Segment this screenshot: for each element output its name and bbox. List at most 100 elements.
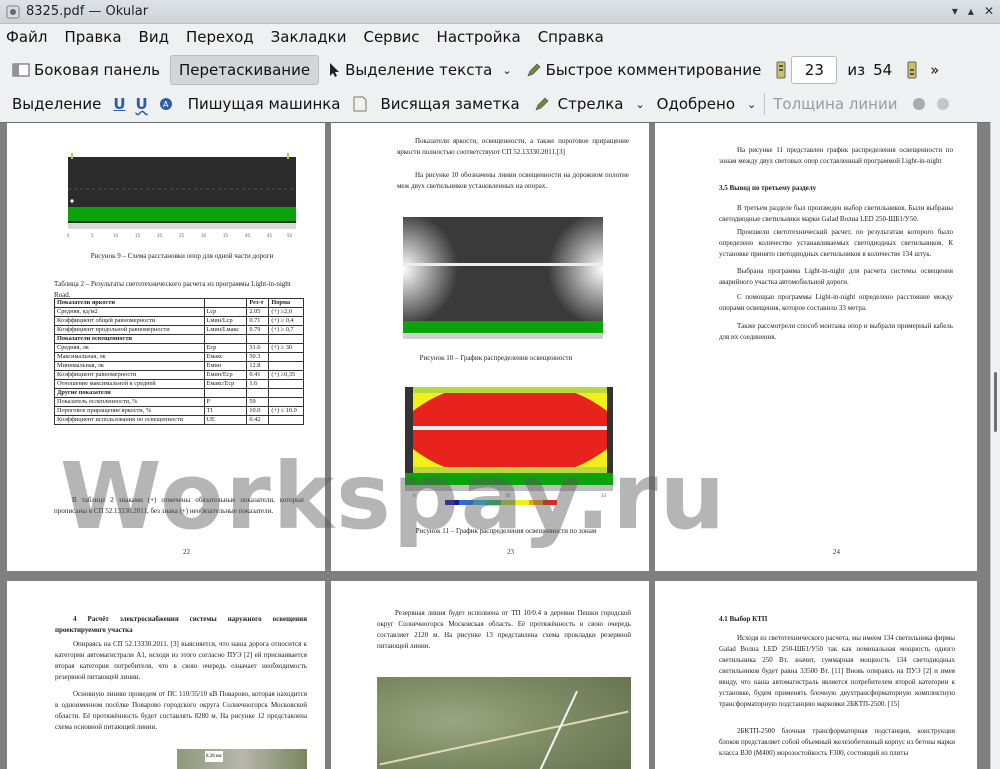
figure-10-illuminance-chart — [403, 217, 603, 339]
table-cell: 0.42 — [246, 415, 270, 425]
overflow-chevron-icon[interactable]: » — [930, 61, 939, 79]
table-cell: (+) ≥0,35 — [268, 370, 304, 380]
table-cell: Другие показатели — [54, 388, 205, 398]
line-width-tool[interactable]: Толщина линии — [773, 95, 897, 113]
p24-paragraph-3: Произвели светотехнический расчет, по ре… — [719, 228, 953, 258]
table-cell: Минимальная, лк — [54, 361, 205, 371]
underline-icon[interactable]: U — [113, 95, 125, 113]
approved-chevron-icon[interactable]: ⌄ — [747, 98, 756, 111]
table-row: Минимальная, лк Eмин 12.8 — [54, 361, 304, 371]
opacity-icon[interactable] — [935, 96, 951, 112]
drag-mode-button[interactable]: Перетаскивание — [170, 55, 320, 85]
document-viewport[interactable]: 0 5 10 15 20 25 30 35 40 45 50 Рисунок 9 – Схема р… — [0, 122, 990, 769]
p23-paragraph-2: На рисунке 10 обозначены линии освещенно… — [397, 171, 629, 190]
sticky-note-tool[interactable]: Висящая заметка — [381, 95, 520, 113]
svg-text:30: 30 — [201, 233, 207, 238]
drag-label: Перетаскивание — [179, 61, 311, 79]
figure-9-caption: Рисунок 9 – Схема расстановки опор для о… — [90, 252, 274, 260]
total-pages: 54 — [873, 61, 893, 79]
color-icon[interactable] — [911, 96, 927, 112]
chevron-down-icon[interactable]: ⌄ — [502, 64, 511, 77]
scrollbar-thumb[interactable] — [994, 372, 997, 432]
table-cell: Eмакс — [203, 352, 248, 362]
table-cell: Средняя, лк — [54, 343, 205, 353]
map-figure-13 — [377, 677, 631, 769]
menu-tools[interactable]: Сервис — [363, 28, 419, 46]
table-row: Коэффициент равномерности Eмин/Eср 0.41 (+)… — [54, 370, 304, 380]
previous-page-icon[interactable] — [775, 60, 787, 80]
svg-text:0: 0 — [413, 493, 416, 498]
squiggle-underline-icon[interactable]: U — [136, 95, 148, 113]
table-row: Отношение максимальной к средней Eмакс/Eс… — [54, 379, 304, 389]
table-row: Средняя, лк Eср 31.6 (+) ≥ 30 — [54, 343, 304, 353]
table-cell: Средняя, кд/м2 — [54, 307, 205, 317]
close-icon[interactable]: ✕ — [984, 4, 994, 18]
page-23: Показатели яркости, освещенности, а такж… — [331, 123, 649, 571]
table-cell — [203, 334, 248, 344]
p23-paragraph-1: Показатели яркости, освещенности, а такж… — [397, 137, 629, 156]
pen-icon — [527, 63, 541, 77]
sidebar-icon — [12, 63, 30, 77]
table-row: Максимальная, лк Eмакс 50.3 — [54, 352, 304, 362]
table-cell: Коэффициент продольной равномерности — [54, 325, 205, 335]
menu-help[interactable]: Справка — [538, 28, 604, 46]
table-cell: Eср — [203, 343, 248, 353]
map-figure-12: 8,28 км — [177, 749, 307, 769]
svg-text:50: 50 — [287, 233, 293, 238]
arrow-chevron-icon[interactable]: ⌄ — [635, 98, 644, 111]
p24-heading: 3.5 Вывод по третьему разделу — [719, 184, 817, 192]
p24-paragraph-1: На рисунке 11 представлен график распред… — [719, 146, 953, 165]
arrow-pen-icon[interactable] — [534, 96, 550, 112]
page-number-24: 24 — [833, 548, 840, 556]
menu-go[interactable]: Переход — [186, 28, 254, 46]
svg-text:16: 16 — [505, 493, 511, 498]
selection-tool[interactable]: Выделение — [12, 95, 101, 113]
page-22: 0 5 10 15 20 25 30 35 40 45 50 Рисунок 9 – Схема р… — [7, 123, 325, 571]
svg-text:45: 45 — [267, 233, 273, 238]
table-cell: Коэффициент использования по освещенност… — [54, 415, 205, 425]
note-icon[interactable] — [353, 96, 367, 112]
table-cell — [268, 397, 304, 407]
approved-stamp-tool[interactable]: Одобрено — [657, 95, 735, 113]
page-number-23: 23 — [507, 548, 514, 556]
table-cell: Eмин — [203, 361, 248, 371]
text-selection-button[interactable]: Выделение текста — [329, 61, 492, 79]
table-cell: (+) ≥ 30 — [268, 343, 304, 353]
next-page-icon[interactable] — [906, 60, 918, 80]
table-cell: TI — [203, 406, 248, 416]
arrow-tool[interactable]: Стрелка — [558, 95, 624, 113]
stamp-icon[interactable]: A — [158, 96, 174, 112]
svg-text:25: 25 — [179, 233, 185, 238]
figure-11-zone-chart: 0 16 33 — [405, 387, 613, 505]
menu-settings[interactable]: Настройка — [437, 28, 521, 46]
vertical-scrollbar[interactable] — [990, 122, 1000, 769]
quick-comment-button[interactable]: Быстрое комментирование — [526, 61, 761, 79]
toolbar-separator — [764, 93, 766, 115]
table-cell: 0.79 — [246, 325, 270, 335]
table-cell — [268, 379, 304, 389]
typewriter-tool[interactable]: Пишущая машинка — [188, 95, 341, 113]
table-cell: Пороговое приращение яркости, % — [54, 406, 205, 416]
window-title: 8325.pdf — Okular — [26, 4, 149, 19]
minimize-icon[interactable]: ▾ — [952, 4, 958, 18]
menu-edit[interactable]: Правка — [64, 28, 121, 46]
table-cell: 0.71 — [246, 316, 270, 326]
table-cell: Отношение максимальной к средней — [54, 379, 205, 389]
table-cell — [246, 388, 270, 398]
sidebar-button[interactable]: Боковая панель — [12, 61, 160, 79]
menu-view[interactable]: Вид — [139, 28, 169, 46]
page-number-input[interactable]: 23 — [791, 56, 838, 84]
svg-text:40: 40 — [245, 233, 251, 238]
table-row: Средняя, кд/м2 Lср 2.05 (+) ≥2,0 — [54, 307, 304, 317]
p24-paragraph-4: Выбрана программа Light-in-night для рас… — [719, 267, 953, 286]
table-cell: (+) ≥ 0,7 — [268, 325, 304, 335]
table-cell — [268, 388, 304, 398]
p25-paragraph-1: Опираясь на СП 52.13330.2011. [3] выясня… — [55, 640, 307, 681]
menu-file[interactable]: Файл — [6, 28, 47, 46]
table-cell — [268, 415, 304, 425]
table-cell: (+) ≤ 10.0 — [268, 406, 304, 416]
maximize-icon[interactable]: ▴ — [968, 4, 974, 18]
menu-bookmarks[interactable]: Закладки — [271, 28, 347, 46]
table-row: Коэффициент продольной равномерности Lмин… — [54, 325, 304, 335]
table-cell: 50.3 — [246, 352, 270, 362]
